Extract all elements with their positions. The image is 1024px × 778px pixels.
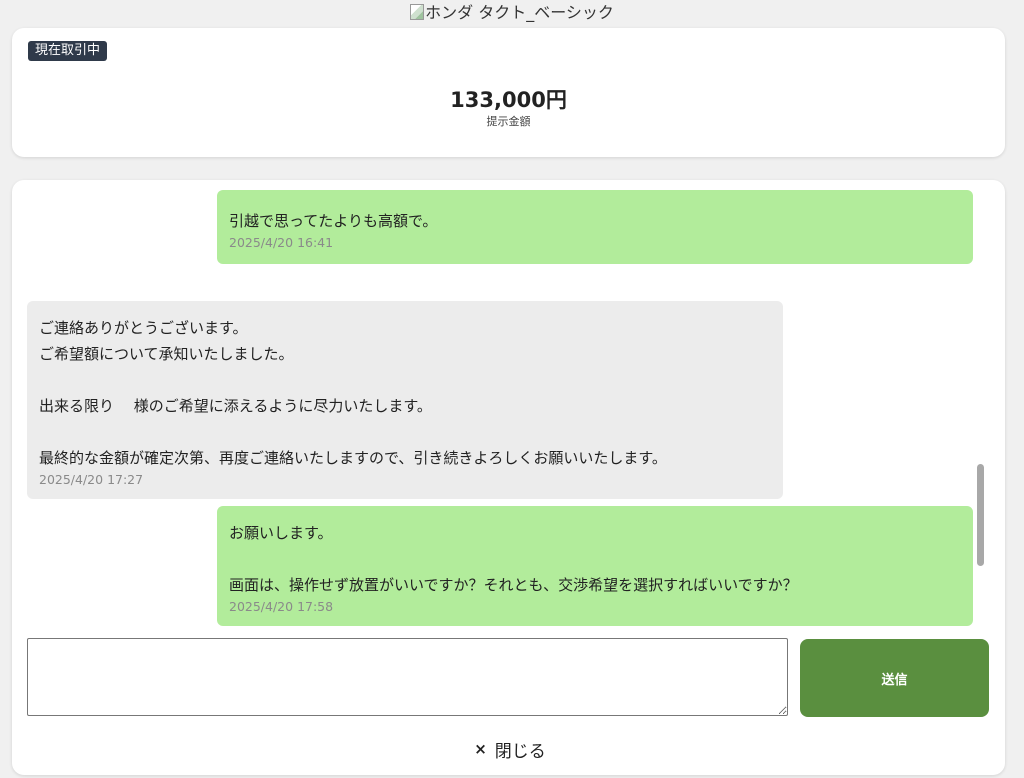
clipped-link — [27, 629, 327, 635]
message-bubble-mine: 引越で思ってたよりも高額で。 2025/4/20 16:41 — [217, 190, 973, 264]
close-label: 閉じる — [494, 741, 546, 762]
message-timestamp: 2025/4/20 17:58 — [229, 599, 334, 614]
send-button[interactable]: 送信 — [800, 639, 989, 717]
offer-price-label: 提示金額 — [486, 115, 531, 128]
message-bubble-mine: お願いします。 画面は、操作せず放置がいいですか？それとも、交渉希望を選択すれば… — [217, 506, 973, 626]
product-title: ホンダ タクト_ベーシック — [0, 2, 1024, 24]
message-timestamp: 2025/4/20 16:41 — [229, 235, 334, 250]
close-button[interactable]: × 閉じる — [460, 735, 560, 763]
message-text: 引越で思ってたよりも高額で。 — [229, 212, 438, 230]
message-list[interactable]: 引越で思ってたよりも高額で。 2025/4/20 16:41 ご連絡ありがとうご… — [12, 180, 987, 632]
message-text: ご連絡ありがとうございます。 ご希望額について承知いたしました。 出来る限り 様… — [39, 319, 667, 467]
offer-card: 現在取引中 133,000円 提示金額 — [12, 28, 1005, 157]
message-input[interactable] — [27, 638, 788, 716]
broken-image-icon — [410, 4, 425, 20]
offer-price: 133,000円 — [450, 88, 567, 112]
message-bubble-theirs: ご連絡ありがとうございます。 ご希望額について承知いたしました。 出来る限り 様… — [27, 301, 783, 499]
message-text: お願いします。 画面は、操作せず放置がいいですか？それとも、交渉希望を選択すれば… — [229, 524, 798, 594]
scrollbar[interactable] — [975, 188, 985, 628]
chat-panel: 引越で思ってたよりも高額で。 2025/4/20 16:41 ご連絡ありがとうご… — [12, 180, 1005, 775]
scrollbar-thumb[interactable] — [977, 464, 984, 566]
message-timestamp: 2025/4/20 17:27 — [39, 472, 144, 487]
product-title-text: ホンダ タクト_ベーシック — [425, 3, 614, 22]
close-icon: × — [474, 740, 487, 758]
status-badge: 現在取引中 — [28, 41, 108, 61]
